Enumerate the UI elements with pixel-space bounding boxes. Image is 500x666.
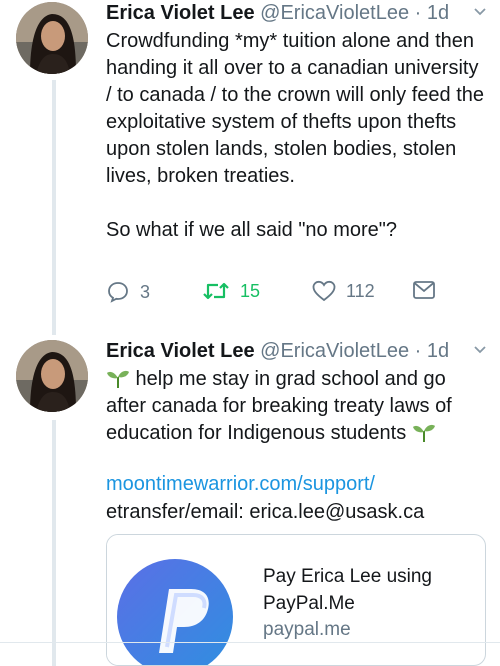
author-handle[interactable]: @EricaVioletLee — [260, 2, 409, 24]
avatar[interactable] — [16, 2, 88, 74]
reply-button[interactable]: 3 — [106, 280, 150, 304]
avatar[interactable] — [16, 340, 88, 412]
tweet-text-block: help me stay in grad school and go after… — [106, 366, 486, 447]
separator-dot: · — [414, 2, 422, 24]
etransfer-text: etransfer/email: erica.lee@usask.ca — [106, 501, 425, 523]
card-url: paypal.me — [263, 619, 351, 640]
dm-button[interactable] — [412, 280, 446, 300]
retweet-count: 15 — [240, 280, 261, 301]
tweet-text: Crowdfunding *my* tuition alone and then… — [106, 30, 484, 241]
reply-count: 3 — [140, 281, 151, 302]
seedling-icon — [412, 424, 435, 442]
author-name[interactable]: Erica Violet Lee — [106, 2, 255, 24]
author-name[interactable]: Erica Violet Lee — [106, 340, 255, 362]
chevron-down-icon[interactable] — [474, 6, 486, 18]
reply-icon — [108, 282, 128, 303]
paypal-logo — [107, 535, 255, 665]
retweet-button[interactable]: 15 — [202, 280, 260, 302]
like-icon — [312, 280, 336, 302]
tweet-actions: 3 15 112 — [106, 280, 436, 310]
author-handle[interactable]: @EricaVioletLee — [260, 340, 409, 362]
tweet-header: Erica Violet Lee @EricaVioletLee · 1d — [106, 0, 490, 26]
dm-icon — [413, 281, 435, 299]
retweet-icon — [203, 282, 229, 300]
tweet-text: help me stay in grad school and go after… — [106, 368, 452, 444]
separator-dot: · — [414, 340, 422, 362]
timestamp[interactable]: 1d — [427, 2, 449, 24]
link-preview-card[interactable]: Pay Erica Lee using PayPal.Me paypal.me — [106, 534, 486, 666]
like-button[interactable]: 112 — [312, 280, 375, 302]
tweet[interactable]: Erica Violet Lee @EricaVioletLee · 1d he… — [0, 338, 500, 666]
card-title: Pay Erica Lee using PayPal.Me — [263, 566, 432, 614]
tweet[interactable]: Erica Violet Lee @EricaVioletLee · 1d Cr… — [0, 0, 500, 330]
support-link[interactable]: moontimewarrior.com/support/ — [106, 471, 486, 498]
tweet-header: Erica Violet Lee @EricaVioletLee · 1d — [106, 338, 490, 364]
chevron-down-icon[interactable] — [474, 344, 486, 356]
seedling-icon — [107, 370, 129, 388]
like-count: 112 — [346, 280, 375, 301]
divider — [0, 642, 500, 643]
timestamp[interactable]: 1d — [427, 340, 449, 362]
